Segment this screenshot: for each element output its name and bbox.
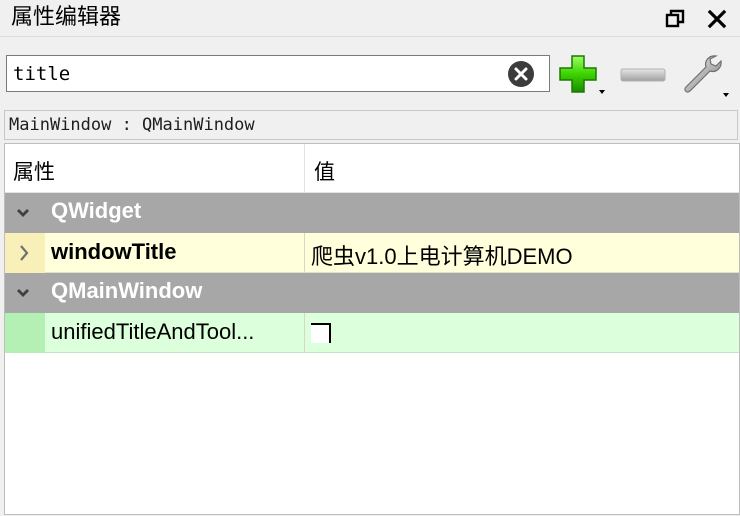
wrench-icon[interactable] [678, 52, 732, 102]
property-checkbox[interactable] [311, 323, 331, 343]
row-gutter [5, 233, 45, 273]
column-divider [304, 313, 305, 353]
filter-input[interactable] [13, 60, 503, 87]
header-divider [304, 144, 305, 193]
object-class-text: MainWindow : QMainWindow [9, 115, 255, 135]
chevron-right-icon[interactable] [5, 233, 45, 273]
group-row-qwidget[interactable]: QWidget [5, 193, 739, 233]
titlebar-divider [0, 36, 740, 37]
filter-field[interactable] [6, 55, 550, 92]
close-icon[interactable] [706, 8, 728, 30]
property-name: windowTitle [51, 239, 177, 264]
group-name: QMainWindow [51, 278, 203, 303]
chevron-down-icon[interactable] [15, 205, 31, 221]
property-table: 属性 值 QWidget windowTitle 爬虫v1.0上电计算机DEMO… [4, 143, 740, 515]
chevron-down-icon[interactable] [15, 285, 31, 301]
remove-icon[interactable] [618, 60, 668, 90]
group-name: QWidget [51, 198, 142, 223]
clear-icon[interactable] [507, 60, 535, 88]
panel-title: 属性编辑器 [11, 5, 122, 30]
panel-titlebar: 属性编辑器 [0, 0, 740, 36]
column-divider [304, 233, 305, 273]
property-name: unifiedTitleAndTool... [51, 319, 255, 344]
header-value[interactable]: 值 [314, 156, 335, 186]
property-row-unifiedtitle[interactable]: unifiedTitleAndTool... [5, 313, 739, 353]
group-row-qmainwindow[interactable]: QMainWindow [5, 273, 739, 313]
add-icon[interactable] [556, 53, 608, 99]
header-property[interactable]: 属性 [13, 156, 55, 186]
object-class-label: MainWindow : QMainWindow [4, 110, 738, 140]
float-icon[interactable] [664, 8, 686, 30]
table-header: 属性 值 [5, 144, 739, 193]
row-gutter [5, 313, 45, 353]
property-row-windowtitle[interactable]: windowTitle 爬虫v1.0上电计算机DEMO [5, 233, 739, 273]
property-value[interactable]: 爬虫v1.0上电计算机DEMO [311, 239, 573, 271]
